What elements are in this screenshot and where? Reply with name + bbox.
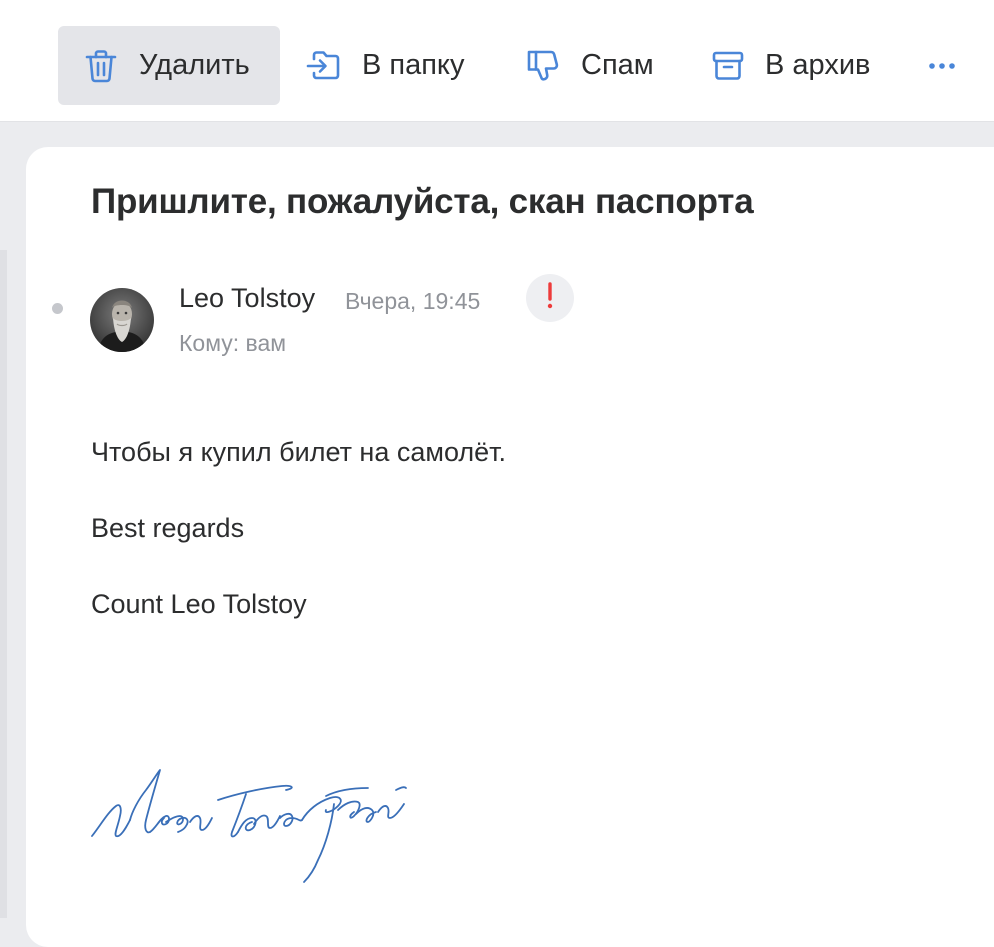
more-actions-button[interactable]: [922, 26, 962, 105]
more-dots-icon: [928, 62, 956, 70]
read-status-dot[interactable]: [52, 303, 63, 314]
message-body-line: Чтобы я купил билет на самолёт.: [91, 437, 507, 467]
archive-box-icon: [711, 49, 745, 83]
move-to-folder-button[interactable]: В папку: [306, 26, 464, 105]
move-to-folder-label: В папку: [362, 49, 465, 81]
message-subject: Пришлите, пожалуйста, скан паспорта: [91, 182, 754, 221]
message-list-edge: [0, 250, 7, 918]
handwritten-signature: [86, 760, 446, 890]
delete-button[interactable]: Удалить: [58, 26, 280, 105]
sender-name[interactable]: Leo Tolstoy: [179, 283, 315, 314]
spam-button[interactable]: Спам: [525, 26, 654, 105]
archive-button[interactable]: В архив: [711, 26, 870, 105]
thumbs-down-icon: [525, 48, 561, 84]
exclamation-icon: [545, 281, 555, 315]
sender-avatar[interactable]: [90, 288, 154, 352]
delete-label: Удалить: [139, 49, 250, 81]
archive-label: В архив: [765, 49, 871, 81]
message-date: Вчера, 19:45: [345, 288, 481, 314]
move-to-folder-icon: [306, 49, 342, 83]
spam-label: Спам: [581, 49, 654, 81]
message-body-line: Best regards: [91, 513, 245, 543]
important-flag-button[interactable]: [526, 274, 574, 322]
recipients-line[interactable]: Кому: вам: [179, 330, 286, 357]
message-toolbar: Удалить В папку Спам В архив: [0, 0, 994, 122]
message-body-line: Count Leo Tolstoy: [91, 589, 307, 619]
trash-icon: [85, 49, 117, 83]
